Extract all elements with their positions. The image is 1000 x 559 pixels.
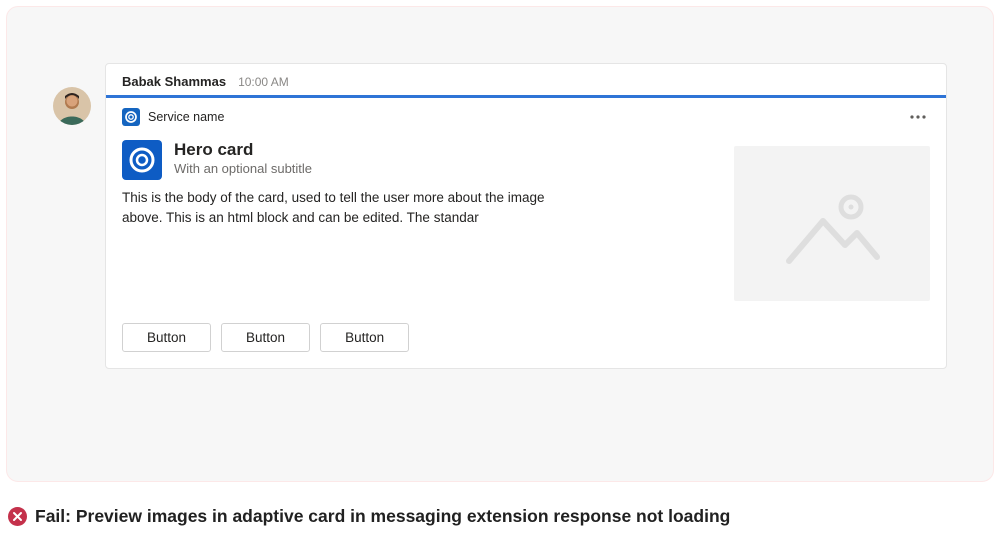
card-app-icon: [122, 140, 162, 180]
sender-name: Babak Shammas: [122, 74, 226, 89]
more-options-button[interactable]: [906, 113, 930, 121]
message-header: Babak Shammas 10:00 AM: [122, 74, 930, 89]
message-block: Babak Shammas 10:00 AM Service name: [105, 63, 947, 369]
fail-icon: [8, 507, 27, 526]
card-image-placeholder: [734, 146, 930, 301]
example-frame: Babak Shammas 10:00 AM Service name: [6, 6, 994, 482]
card-title: Hero card: [174, 140, 312, 160]
card-action-button[interactable]: Button: [122, 323, 211, 352]
service-row: Service name: [122, 108, 930, 126]
service-icon: [122, 108, 140, 126]
card-actions: Button Button Button: [122, 323, 930, 352]
message-row: Babak Shammas 10:00 AM Service name: [53, 63, 947, 369]
card-action-button[interactable]: Button: [221, 323, 310, 352]
card-action-button[interactable]: Button: [320, 323, 409, 352]
timestamp: 10:00 AM: [238, 75, 289, 89]
avatar: [53, 87, 91, 125]
service-name: Service name: [148, 110, 224, 124]
fail-text: Fail: Preview images in adaptive card in…: [35, 506, 730, 527]
card-body-text: This is the body of the card, used to te…: [122, 188, 552, 227]
card-subtitle: With an optional subtitle: [174, 161, 312, 176]
fail-label-row: Fail: Preview images in adaptive card in…: [8, 506, 1000, 527]
accent-divider: [106, 95, 946, 98]
hero-card: Hero card With an optional subtitle This…: [122, 140, 930, 301]
